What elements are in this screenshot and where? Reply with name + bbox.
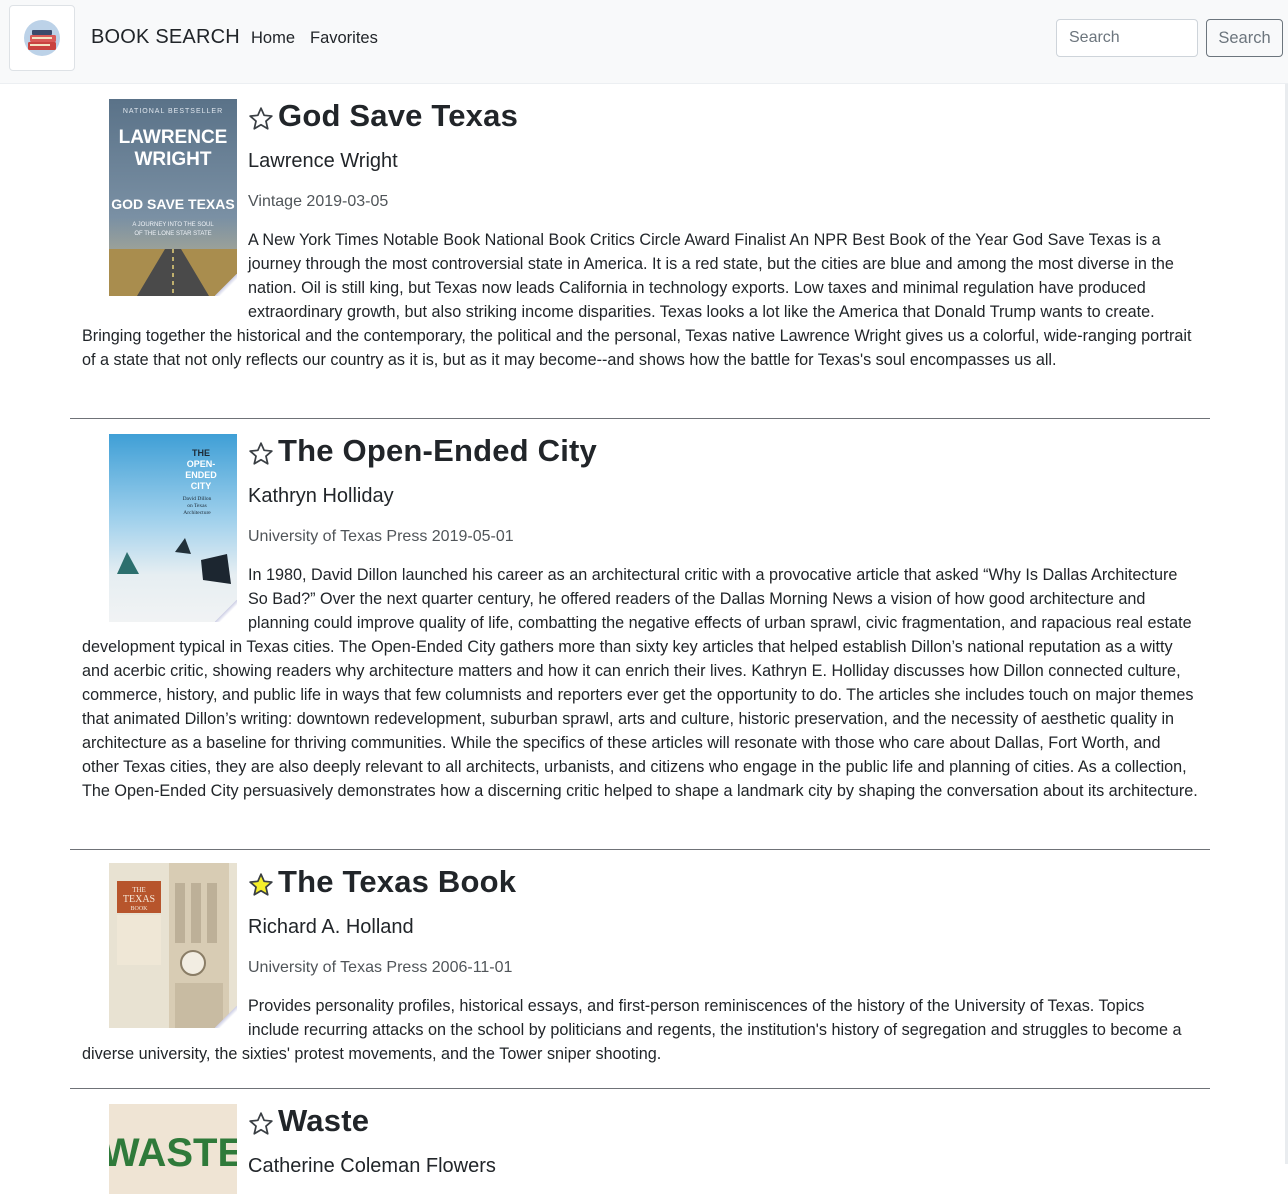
svg-text:LAWRENCE: LAWRENCE: [119, 127, 228, 148]
svg-text:ENDED: ENDED: [185, 470, 217, 480]
book-cover-image: THE OPEN- ENDED CITY David Dillon on Tex…: [109, 434, 237, 622]
svg-text:WRIGHT: WRIGHT: [134, 149, 211, 170]
svg-text:CITY: CITY: [191, 481, 212, 491]
book-divider: [70, 1088, 1210, 1089]
svg-text:BOOK: BOOK: [130, 906, 148, 912]
svg-text:GOD SAVE TEXAS: GOD SAVE TEXAS: [111, 196, 234, 212]
book-cover-image: NATIONAL BESTSELLER LAWRENCE WRIGHT GOD …: [109, 99, 237, 296]
navbar: BOOK SEARCH Home Favorites Search: [0, 0, 1288, 84]
favorite-star-icon[interactable]: [248, 872, 274, 898]
book-title: The Texas Book: [278, 864, 517, 899]
svg-text:TEXAS: TEXAS: [123, 894, 155, 905]
app-logo[interactable]: [9, 5, 75, 71]
book-author: Lawrence Wright: [248, 150, 398, 172]
book-item: NATIONAL BESTSELLER LAWRENCE WRIGHT GOD …: [70, 98, 1210, 372]
book-author: Richard A. Holland: [248, 916, 414, 938]
book-divider: [70, 849, 1210, 850]
book-publisher-date: University of Texas Press 2006-11-01: [248, 959, 513, 976]
nav-favorites-link[interactable]: Favorites: [310, 29, 378, 48]
svg-text:THE: THE: [132, 886, 146, 894]
books-logo-icon: [24, 20, 60, 56]
svg-text:WASTE: WASTE: [109, 1131, 237, 1175]
search-input[interactable]: [1056, 19, 1198, 57]
book-author: Kathryn Holliday: [248, 485, 394, 507]
search-button[interactable]: Search: [1206, 19, 1283, 57]
svg-text:OF THE LONE STAR STATE: OF THE LONE STAR STATE: [134, 231, 211, 237]
book-item: THE TEXAS BOOK The Texas Book Richard A.…: [70, 863, 1210, 1066]
cover-top-text: NATIONAL BESTSELLER: [123, 108, 223, 115]
brand-title[interactable]: BOOK SEARCH: [91, 26, 240, 49]
book-description: In 1980, David Dillon launched his caree…: [82, 566, 1198, 800]
svg-text:THE: THE: [192, 448, 210, 458]
book-divider: [70, 418, 1210, 419]
book-cover-image: WASTE: [109, 1104, 237, 1194]
favorite-star-icon[interactable]: [248, 106, 274, 132]
book-cover-image: THE TEXAS BOOK: [109, 863, 237, 1028]
svg-text:on Texas: on Texas: [187, 503, 207, 509]
svg-text:Architecture: Architecture: [183, 510, 211, 516]
book-item: THE OPEN- ENDED CITY David Dillon on Tex…: [70, 433, 1210, 803]
book-author: Catherine Coleman Flowers: [248, 1155, 496, 1177]
book-title: The Open-Ended City: [278, 433, 597, 468]
nav-home-link[interactable]: Home: [251, 29, 295, 48]
favorite-star-icon[interactable]: [248, 1111, 274, 1137]
book-title: God Save Texas: [278, 98, 519, 133]
favorite-star-icon[interactable]: [248, 441, 274, 467]
book-item: WASTE Waste Catherine Coleman Flowers: [70, 1103, 1210, 1200]
book-publisher-date: University of Texas Press 2019-05-01: [248, 528, 514, 545]
book-publisher-date: Vintage 2019-03-05: [248, 193, 389, 210]
book-description: A New York Times Notable Book National B…: [82, 231, 1192, 369]
book-description: Provides personality profiles, historica…: [82, 997, 1182, 1063]
book-title: Waste: [278, 1103, 370, 1138]
svg-text:OPEN-: OPEN-: [187, 459, 216, 469]
svg-text:David Dillon: David Dillon: [183, 496, 212, 502]
svg-text:A JOURNEY INTO THE SOUL: A JOURNEY INTO THE SOUL: [132, 222, 214, 228]
